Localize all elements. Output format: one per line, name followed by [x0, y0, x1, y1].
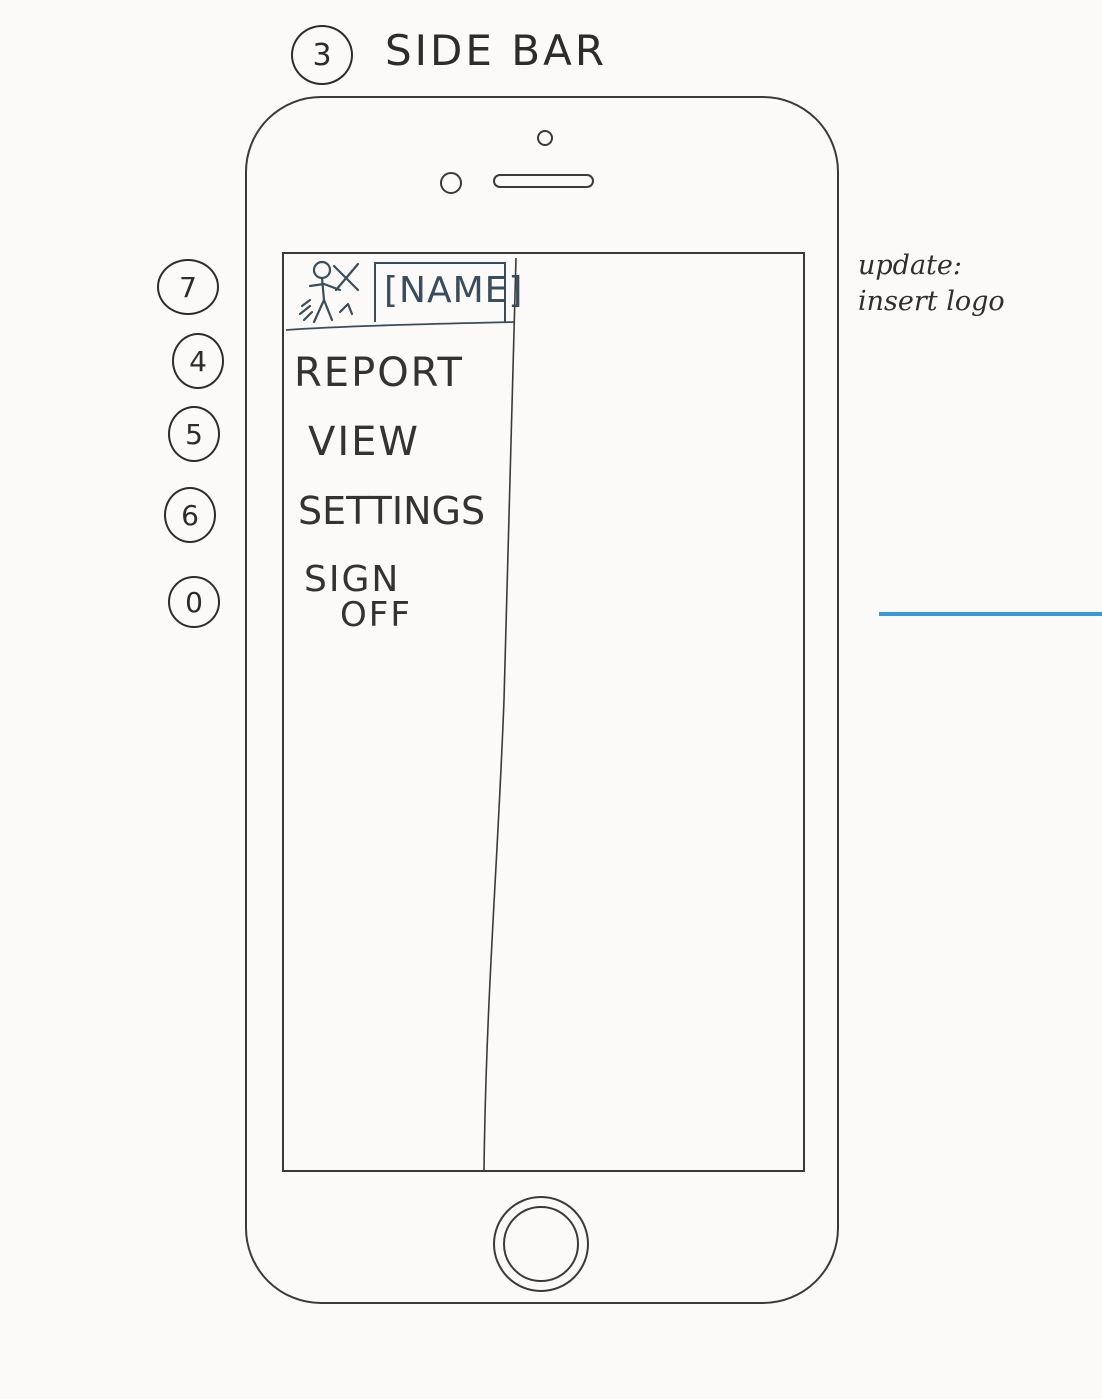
- logo-icon[interactable]: [296, 256, 366, 328]
- home-button-inner-ring: [503, 1206, 579, 1282]
- accent-rule: [879, 612, 1102, 616]
- front-camera-icon: [440, 172, 462, 194]
- front-sensor-icon: [537, 130, 553, 146]
- callout-number: 7: [179, 270, 197, 304]
- sidebar-item-report[interactable]: REPORT: [294, 353, 464, 393]
- callout-number: 0: [185, 585, 203, 619]
- callout-settings: 6: [164, 487, 216, 543]
- callout-report: 4: [172, 333, 224, 389]
- page-title: SIDE BAR: [385, 26, 608, 75]
- speaker-grille: [493, 174, 594, 188]
- callout-sign-off: 0: [168, 576, 220, 628]
- annotation-note: update: insert logo: [858, 248, 1005, 320]
- callout-header: 7: [157, 259, 219, 315]
- sidebar-item-sign-off-line1[interactable]: SIGN: [304, 562, 400, 598]
- callout-number: 5: [185, 417, 203, 451]
- sidebar-item-sign-off-line2[interactable]: OFF: [340, 598, 412, 632]
- annotation-line-2: insert logo: [858, 286, 1005, 317]
- annotation-line-1: update:: [858, 250, 962, 281]
- sidebar-item-view[interactable]: VIEW: [308, 422, 420, 462]
- callout-view: 5: [168, 406, 220, 462]
- heading-number: 3: [312, 37, 332, 73]
- callout-number: 4: [189, 344, 207, 378]
- profile-name[interactable]: [NAME]: [384, 270, 523, 311]
- callout-number: 6: [181, 498, 199, 532]
- sidebar-item-settings[interactable]: SETTINGS: [298, 492, 485, 530]
- heading-number-badge: 3: [291, 25, 353, 85]
